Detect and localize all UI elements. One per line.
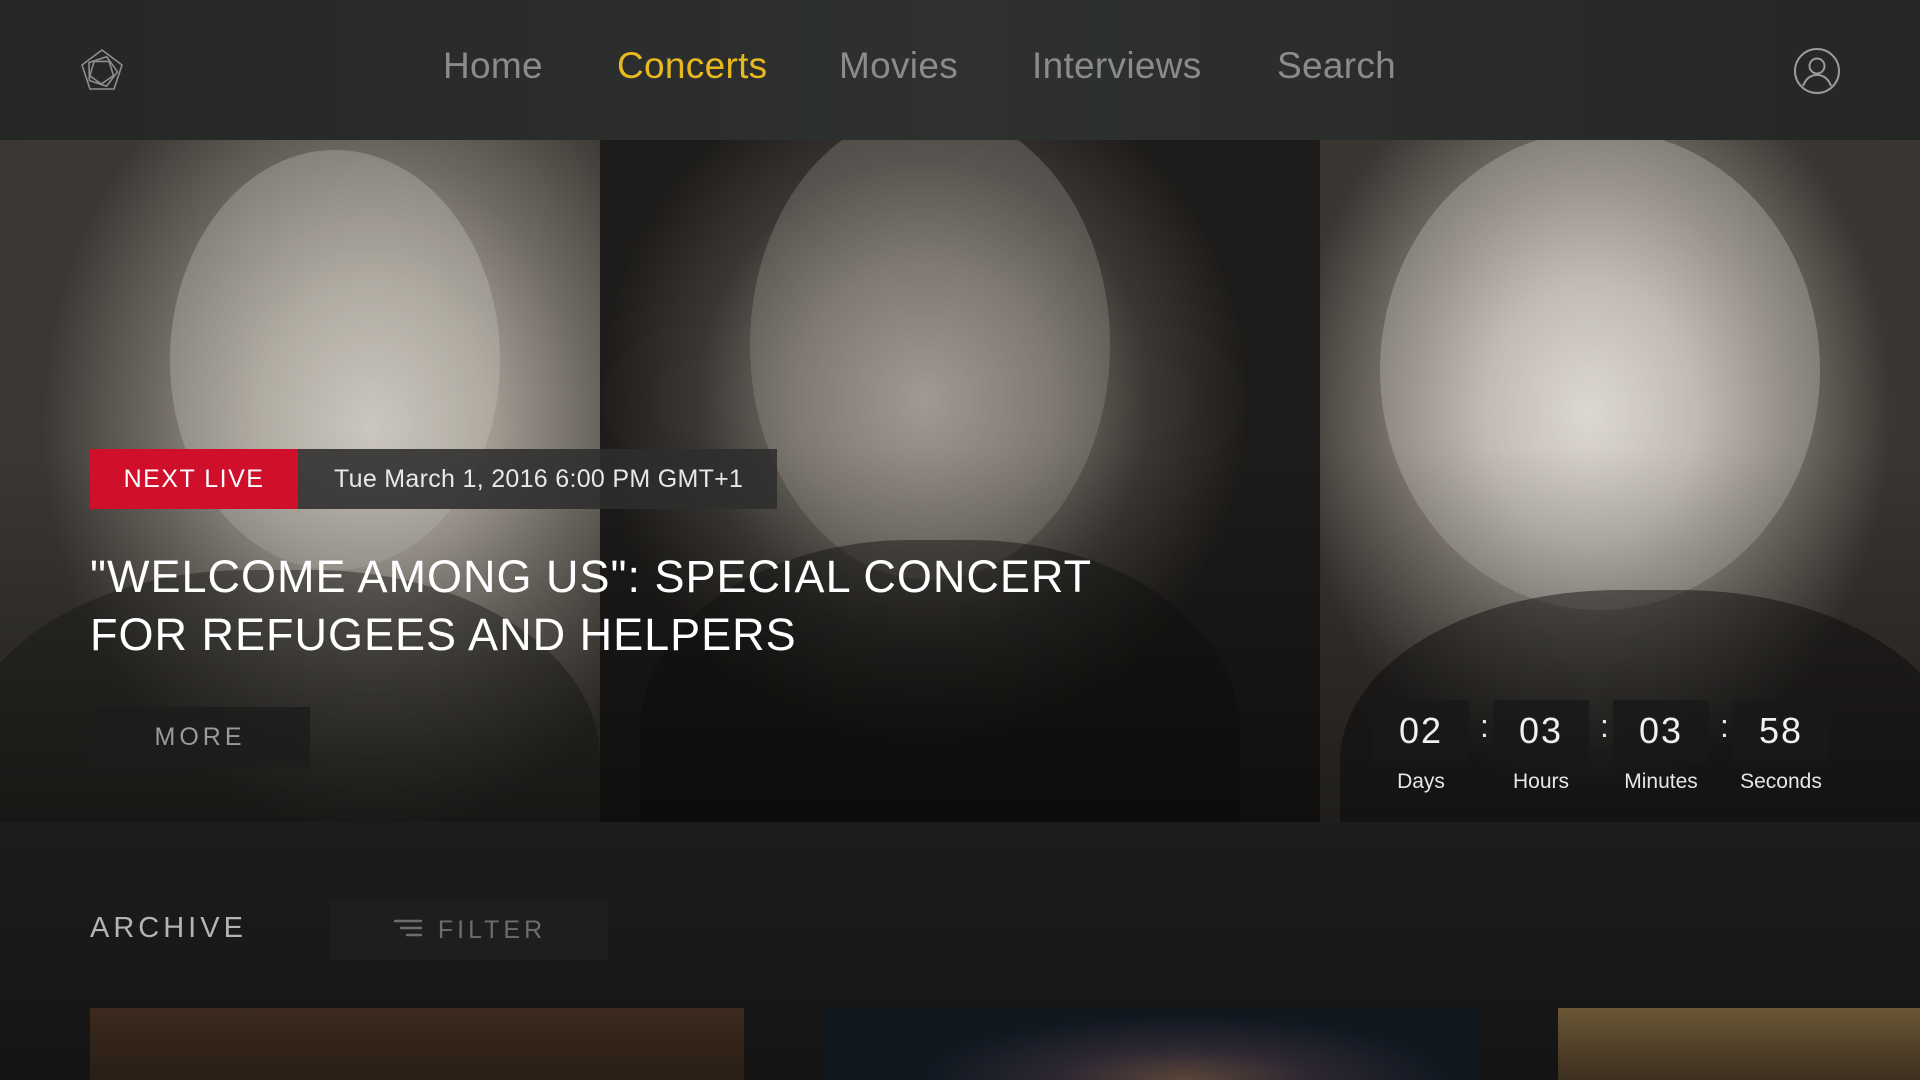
archive-thumbnail[interactable] — [90, 1008, 744, 1080]
countdown-seconds-label: Seconds — [1740, 770, 1822, 793]
archive-thumbnail[interactable] — [824, 1008, 1480, 1080]
hero-title-line-1: "WELCOME AMONG US": SPECIAL CONCERT — [90, 551, 1093, 602]
archive-thumbnail[interactable] — [1558, 1008, 1920, 1080]
filter-lines-icon — [392, 917, 424, 944]
hero-title-line-2: FOR REFUGEES AND HELPERS — [90, 609, 797, 660]
more-button[interactable]: MORE — [90, 707, 310, 767]
app-screen: Home Concerts Movies Interviews Search N… — [0, 0, 1920, 1080]
countdown-days-value: 02 — [1373, 700, 1469, 762]
filter-label: FILTER — [437, 915, 547, 944]
countdown-seconds-value: 58 — [1733, 700, 1829, 762]
top-navigation-bar: Home Concerts Movies Interviews Search — [0, 0, 1920, 140]
nav-item-interviews[interactable]: Interviews — [1032, 45, 1202, 87]
nav-item-movies[interactable]: Movies — [839, 45, 958, 87]
user-profile-icon[interactable] — [1793, 47, 1841, 95]
countdown-minutes-label: Minutes — [1624, 770, 1698, 793]
filter-button[interactable]: FILTER — [330, 900, 608, 960]
main-nav: Home Concerts Movies Interviews Search — [0, 45, 1920, 95]
countdown-separator: : — [1480, 708, 1489, 744]
countdown-separator: : — [1720, 708, 1729, 744]
next-live-info: NEXT LIVE Tue March 1, 2016 6:00 PM GMT+… — [90, 449, 778, 509]
countdown-timer: 02 : 03 : 03 : 58 Days Hours Minutes Sec… — [1373, 700, 1833, 800]
next-live-datetime: Tue March 1, 2016 6:00 PM GMT+1 — [298, 449, 778, 509]
next-live-badge: NEXT LIVE — [90, 449, 298, 509]
nav-item-search[interactable]: Search — [1277, 45, 1396, 87]
countdown-days-label: Days — [1397, 770, 1445, 793]
countdown-separator: : — [1600, 708, 1609, 744]
countdown-minutes-value: 03 — [1613, 700, 1709, 762]
nav-item-home[interactable]: Home — [443, 45, 543, 87]
countdown-hours-value: 03 — [1493, 700, 1589, 762]
nav-item-concerts[interactable]: Concerts — [617, 45, 767, 87]
archive-heading: ARCHIVE — [90, 912, 247, 944]
countdown-hours-label: Hours — [1512, 770, 1570, 793]
hero-title: "WELCOME AMONG US": SPECIAL CONCERT FOR … — [90, 548, 1150, 664]
